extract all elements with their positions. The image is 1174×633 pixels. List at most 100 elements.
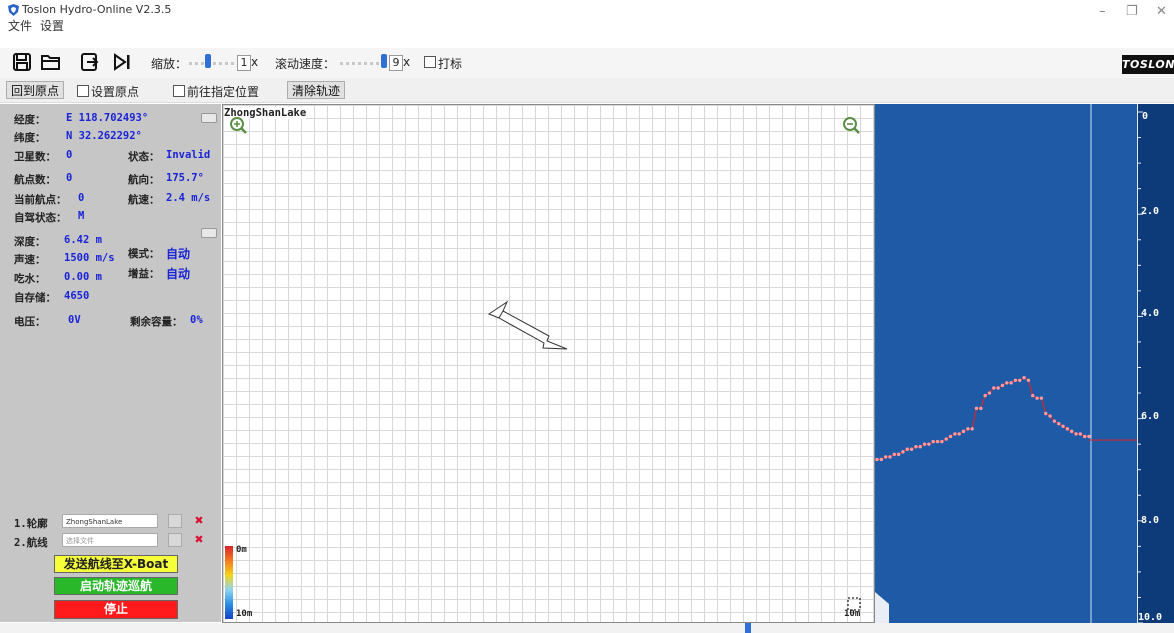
depth-point: [927, 442, 931, 446]
scroll-speed-track[interactable]: [340, 62, 386, 65]
route-label: 2.航线: [14, 537, 48, 549]
menu-settings[interactable]: 设置: [40, 19, 64, 33]
sats-value: 0: [66, 149, 73, 161]
depth-point: [1065, 427, 1070, 431]
depth-point: [909, 447, 914, 451]
depth-point: [1026, 378, 1031, 382]
outline-label: 1.轮廓: [14, 518, 48, 530]
zoom-label: 缩放：: [151, 57, 188, 71]
set-origin-label: 设置原点: [91, 85, 140, 99]
scroll-speed-value[interactable]: 9: [389, 55, 403, 71]
outline-file-input[interactable]: ZhongShanLake: [62, 514, 158, 528]
close-button[interactable]: ✕: [1156, 4, 1167, 19]
speed-value: 2.4 m/s: [166, 192, 211, 204]
depth-point: [1009, 381, 1013, 385]
draft-value: 0.00 m: [64, 271, 102, 283]
scroll-speed-label: 滚动速度：: [275, 57, 336, 71]
set-origin-checkbox[interactable]: [77, 85, 89, 97]
open-folder-icon[interactable]: [40, 52, 62, 72]
depth-label: 深度：: [14, 236, 46, 248]
pin-icon[interactable]: ✖: [192, 533, 206, 547]
speed-label: 航速：: [128, 194, 160, 206]
zoom-out-icon[interactable]: [842, 116, 860, 134]
route-browse-button[interactable]: [168, 533, 182, 547]
clear-track-button[interactable]: 清除轨迹: [287, 81, 346, 99]
depth-point: [1031, 393, 1035, 398]
sound-speed-value: 1500 m/s: [64, 252, 115, 264]
start-track-button[interactable]: 启动轨迹巡航: [54, 577, 178, 595]
play-step-icon[interactable]: [112, 52, 132, 72]
mode-value: 自动: [166, 247, 191, 261]
lon-value: E 118.702493°: [66, 112, 149, 124]
pin-icon[interactable]: ✖: [192, 514, 206, 528]
goto-position-checkbox[interactable]: [173, 85, 185, 97]
sound-speed-label: 声速：: [14, 254, 46, 266]
depth-point: [1061, 424, 1065, 428]
depth-point: [961, 429, 966, 434]
state-value: Invalid: [166, 149, 211, 161]
depth-point: [966, 427, 970, 431]
zoom-value[interactable]: 1: [237, 55, 251, 71]
save-icon[interactable]: [12, 52, 32, 72]
depth-point: [875, 457, 879, 462]
scale-label-6: 6.0: [1141, 411, 1160, 422]
depth-point: [1052, 419, 1057, 423]
scroll-handle-shape: [875, 592, 889, 623]
depth-point: [957, 432, 961, 436]
depth-point: [983, 393, 987, 398]
draft-label: 吃水：: [14, 273, 46, 285]
depth-point: [922, 442, 927, 446]
mark-checkbox[interactable]: [424, 56, 436, 68]
mode-label: 模式：: [128, 248, 160, 260]
export-icon[interactable]: [80, 52, 100, 72]
depth-point: [1057, 422, 1061, 426]
route-file-input[interactable]: 选择文件: [62, 533, 158, 547]
maximize-button[interactable]: ❐: [1126, 4, 1138, 19]
menu-bar: 文件 设置: [8, 17, 72, 34]
state-label: 状态：: [128, 151, 160, 163]
collapse-sonar-button[interactable]: [201, 228, 217, 238]
zoom-slider-track[interactable]: [189, 62, 235, 65]
collapse-gps-button[interactable]: [201, 113, 217, 123]
lat-value: N 32.262292°: [66, 130, 142, 142]
depth-point: [1000, 383, 1005, 388]
capacity-value: 0%: [190, 314, 203, 326]
menu-file[interactable]: 文件: [8, 19, 32, 33]
scroll-speed-thumb[interactable]: [381, 54, 387, 68]
title-bar: [0, 0, 1174, 28]
map-canvas[interactable]: [222, 104, 875, 623]
lat-label: 纬度：: [14, 132, 46, 144]
scale-label-0: 0: [1142, 111, 1149, 122]
legend-top-label: 0m: [236, 545, 247, 555]
scale-label-10: 10.0: [1138, 612, 1163, 623]
voltage-value: 0V: [68, 314, 81, 326]
depth-color-legend: [225, 546, 233, 619]
brand-logo: TOSLON: [1122, 55, 1174, 74]
send-route-button[interactable]: 发送航线至X-Boat: [54, 555, 178, 573]
status-bar: [0, 623, 1174, 633]
depth-profile-line: [877, 377, 1089, 461]
window-title: Toslon Hydro-Online V2.3.5: [22, 3, 172, 16]
depth-point: [931, 439, 935, 444]
zoom-in-icon[interactable]: [229, 116, 247, 134]
depth-point: [896, 452, 901, 457]
current-wp-label: 当前航点：: [14, 194, 67, 206]
depth-point: [1018, 378, 1022, 382]
sats-label: 卫星数：: [14, 151, 56, 163]
heading-value: 175.7°: [166, 172, 204, 184]
boat-arrow-icon: [487, 300, 568, 350]
legend-bottom-label: 10m: [236, 609, 253, 619]
outline-browse-button[interactable]: [168, 514, 182, 528]
minimize-button[interactable]: –: [1099, 4, 1106, 19]
stop-button[interactable]: 停止: [54, 600, 178, 619]
depth-point: [1087, 434, 1091, 439]
waypoints-label: 航点数：: [14, 174, 56, 186]
depth-point: [987, 391, 992, 395]
return-origin-button[interactable]: 回到原点: [6, 81, 65, 99]
depth-point: [1022, 376, 1026, 380]
zoom-slider-thumb[interactable]: [205, 54, 211, 68]
map-scale-label: 10m: [844, 609, 861, 619]
horizontal-scroll-thumb[interactable]: [745, 623, 751, 633]
depth-point: [879, 457, 884, 462]
shield-icon: [8, 4, 19, 16]
